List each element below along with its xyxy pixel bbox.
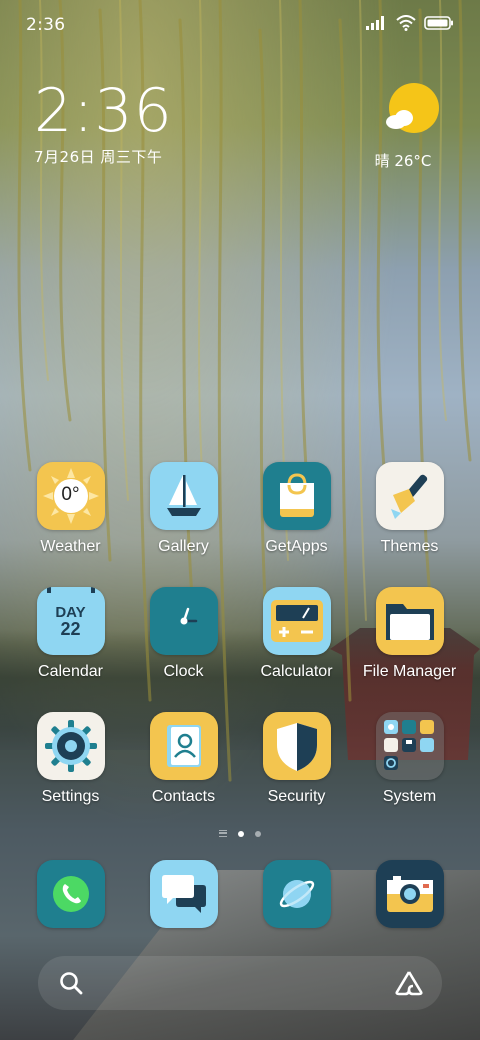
app-label: Security	[267, 788, 326, 805]
page-indicator[interactable]	[0, 830, 480, 837]
weather-icon-temp: 0°	[61, 484, 80, 505]
calendar-icon: DAY 22	[36, 587, 105, 655]
app-calendar[interactable]: DAY 22 Calendar	[14, 587, 127, 712]
assistant-icon[interactable]	[394, 970, 424, 996]
clock-widget[interactable]: 2:36 7月26日 周三下午	[34, 78, 173, 167]
weather-sun-icon: 0°	[36, 462, 105, 530]
weather-text: 晴 26°C	[374, 152, 432, 170]
weather-widget[interactable]: 晴 26°C	[374, 82, 444, 171]
dock	[14, 860, 466, 930]
app-label: File Manager	[362, 663, 457, 680]
app-themes[interactable]: Themes	[353, 462, 466, 587]
app-label: Settings	[41, 788, 100, 805]
battery-icon	[424, 16, 453, 30]
partly-sunny-icon	[386, 83, 439, 133]
browser-icon	[262, 860, 331, 928]
app-gallery[interactable]: Gallery	[127, 462, 240, 587]
contacts-book-icon	[149, 712, 218, 780]
dock-browser[interactable]	[240, 860, 353, 930]
messages-icon	[149, 860, 218, 928]
app-contacts[interactable]: Contacts	[127, 712, 240, 837]
app-label: Weather	[40, 538, 101, 555]
app-settings[interactable]: Settings	[14, 712, 127, 837]
calculator-icon	[262, 587, 331, 655]
dock-camera[interactable]	[353, 860, 466, 930]
shopping-bag-icon	[262, 462, 331, 530]
page-dot-active	[238, 830, 244, 837]
wifi-icon	[396, 15, 416, 31]
widget-date: 7月26日 周三下午	[34, 148, 163, 166]
app-calculator[interactable]: Calculator	[240, 587, 353, 712]
app-row: DAY 22 Calendar Clock Calculator File Ma…	[14, 587, 466, 712]
app-label: Calculator	[260, 663, 333, 680]
search-icon[interactable]	[58, 970, 84, 996]
app-label: Clock	[163, 663, 204, 680]
app-row: Settings Contacts Security System	[14, 712, 466, 837]
page-list-icon	[219, 830, 227, 837]
page-dot	[255, 830, 261, 837]
app-label: Themes	[380, 538, 439, 555]
app-label: GetApps	[265, 538, 328, 555]
app-security[interactable]: Security	[240, 712, 353, 837]
search-bar[interactable]	[38, 956, 442, 1010]
app-file-manager[interactable]: File Manager	[353, 587, 466, 712]
dock-messages[interactable]	[127, 860, 240, 930]
status-icons	[366, 15, 454, 31]
status-time: 2:36	[26, 15, 66, 35]
app-getapps[interactable]: GetApps	[240, 462, 353, 587]
phone-icon	[36, 860, 105, 928]
app-clock[interactable]: Clock	[127, 587, 240, 712]
sailboat-icon	[149, 462, 218, 530]
calendar-day-label: DAY	[55, 603, 86, 621]
shield-icon	[262, 712, 331, 780]
app-row: 0° Weather Gallery GetApps Themes	[14, 462, 466, 587]
app-grid: 0° Weather Gallery GetApps Themes DAY 22…	[14, 462, 466, 837]
calendar-day-number: 22	[60, 618, 81, 639]
app-folder-icon	[375, 712, 444, 780]
clock-icon	[149, 587, 218, 655]
app-label: Calendar	[38, 663, 103, 680]
folder-icon	[375, 587, 444, 655]
dock-phone[interactable]	[14, 860, 127, 930]
signal-icon	[366, 16, 384, 30]
app-weather[interactable]: 0° Weather	[14, 462, 127, 587]
paintbrush-icon	[375, 462, 444, 530]
widget-time: 2:36	[34, 76, 173, 146]
app-label: Contacts	[151, 788, 216, 805]
app-system-folder[interactable]: System	[353, 712, 466, 837]
app-label: System	[382, 788, 437, 805]
gear-icon	[36, 712, 105, 780]
app-label: Gallery	[158, 538, 209, 555]
camera-icon	[375, 860, 444, 928]
status-bar: 2:36	[0, 0, 480, 50]
